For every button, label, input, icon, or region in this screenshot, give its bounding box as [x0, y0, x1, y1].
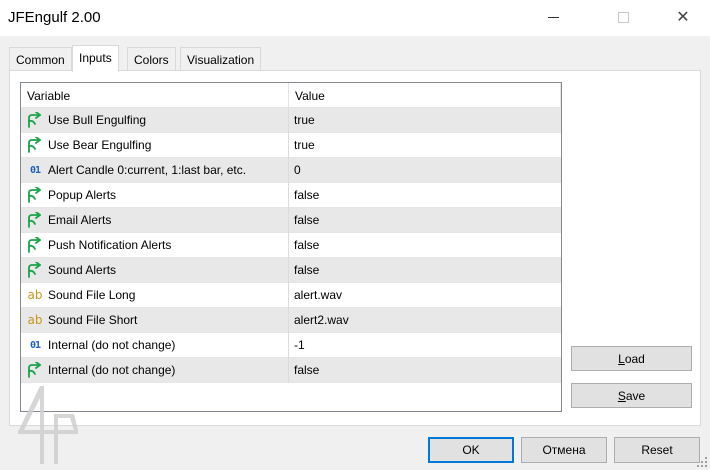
variable-name: Internal (do not change) — [48, 363, 176, 377]
ok-button[interactable]: OK — [428, 437, 514, 463]
bool-arrow-icon — [24, 212, 46, 228]
variable-name: Email Alerts — [48, 213, 112, 227]
variable-name: Use Bull Engulfing — [48, 113, 147, 127]
save-mnemonic: S — [617, 388, 626, 403]
table-row[interactable]: Popup Alerts false — [21, 182, 561, 208]
window-title: JFEngulf 2.00 — [8, 9, 101, 26]
variable-cell: Internal (do not change) — [21, 357, 289, 383]
watermark-logo — [18, 386, 78, 464]
integer-icon: 01 — [24, 162, 46, 178]
table-row[interactable]: Push Notification Alerts false — [21, 232, 561, 258]
string-icon: ab — [24, 312, 46, 328]
variable-cell: Popup Alerts — [21, 182, 289, 208]
tab-visualization[interactable]: Visualization — [180, 47, 262, 71]
title-bar[interactable]: JFEngulf 2.00 ✕ — [0, 0, 710, 36]
variable-cell: ab Sound File Long — [21, 282, 289, 308]
variable-cell: Sound Alerts — [21, 257, 289, 283]
bool-arrow-icon — [24, 262, 46, 278]
string-icon: ab — [24, 287, 46, 303]
variable-name: Alert Candle 0:current, 1:last bar, etc. — [48, 163, 247, 177]
value-cell[interactable]: true — [289, 138, 561, 152]
variable-name: Sound File Short — [48, 313, 138, 327]
tab-label: Visualization — [187, 53, 255, 67]
save-label: ave — [625, 388, 646, 403]
inputs-table[interactable]: Variable Value Use Bull Engulfing true Use… — [20, 82, 562, 412]
variable-name: Sound File Long — [48, 288, 136, 302]
close-icon: ✕ — [676, 9, 690, 26]
bool-arrow-icon — [24, 237, 46, 253]
integer-icon-glyph: 01 — [29, 164, 41, 176]
tab-label: Colors — [134, 53, 169, 67]
tab-colors[interactable]: Colors — [127, 47, 176, 71]
table-row[interactable]: Use Bull Engulfing true — [21, 107, 561, 133]
table-row[interactable]: 01 Internal (do not change) -1 — [21, 332, 561, 358]
load-mnemonic: L — [618, 351, 625, 366]
string-icon-glyph: ab — [27, 313, 43, 327]
reset-button[interactable]: Reset — [614, 437, 700, 463]
table-row[interactable]: ab Sound File Short alert2.wav — [21, 307, 561, 333]
variable-cell: 01 Alert Candle 0:current, 1:last bar, et… — [21, 157, 289, 183]
table-row[interactable]: Use Bear Engulfing true — [21, 132, 561, 158]
variable-name: Use Bear Engulfing — [48, 138, 152, 152]
resize-grip-icon[interactable] — [696, 456, 708, 468]
cancel-button[interactable]: Отмена — [521, 437, 607, 463]
variable-cell: Email Alerts — [21, 207, 289, 233]
variable-cell: 01 Internal (do not change) — [21, 332, 289, 358]
value-cell[interactable]: false — [289, 238, 561, 252]
save-button[interactable]: Save — [571, 383, 692, 408]
close-button[interactable]: ✕ — [660, 0, 706, 34]
value-cell[interactable]: false — [289, 363, 561, 377]
value-cell[interactable]: 0 — [289, 163, 561, 177]
integer-icon-glyph: 01 — [29, 339, 41, 351]
header-value[interactable]: Value — [289, 83, 561, 107]
maximize-icon — [617, 11, 629, 23]
bool-arrow-icon — [24, 137, 46, 153]
value-cell[interactable]: -1 — [289, 338, 561, 352]
value-cell[interactable]: false — [289, 213, 561, 227]
table-header: Variable Value — [21, 83, 561, 108]
table-row[interactable]: Email Alerts false — [21, 207, 561, 233]
table-body: Use Bull Engulfing true Use Bear Engulfing… — [21, 107, 561, 383]
tab-inputs[interactable]: Inputs — [72, 45, 119, 72]
value-cell[interactable]: alert2.wav — [289, 313, 561, 327]
integer-icon: 01 — [24, 337, 46, 353]
tab-label: Inputs — [79, 51, 112, 65]
value-cell[interactable]: true — [289, 113, 561, 127]
string-icon-glyph: ab — [27, 288, 43, 302]
header-variable[interactable]: Variable — [21, 83, 289, 107]
variable-cell: Push Notification Alerts — [21, 232, 289, 258]
variable-cell: Use Bull Engulfing — [21, 107, 289, 133]
value-cell[interactable]: alert.wav — [289, 288, 561, 302]
bool-arrow-icon — [24, 112, 46, 128]
table-row[interactable]: Sound Alerts false — [21, 257, 561, 283]
tab-label: Common — [16, 53, 65, 67]
variable-name: Push Notification Alerts — [48, 238, 172, 252]
tab-common[interactable]: Common — [9, 47, 72, 71]
minimize-icon — [547, 16, 559, 18]
table-row[interactable]: Internal (do not change) false — [21, 357, 561, 383]
table-row[interactable]: ab Sound File Long alert.wav — [21, 282, 561, 308]
bool-arrow-icon — [24, 362, 46, 378]
load-label: oad — [624, 351, 645, 366]
value-cell[interactable]: false — [289, 188, 561, 202]
variable-cell: ab Sound File Short — [21, 307, 289, 333]
variable-name: Sound Alerts — [48, 263, 117, 277]
minimize-button[interactable] — [530, 0, 576, 34]
variable-name: Internal (do not change) — [48, 338, 176, 352]
bool-arrow-icon — [24, 187, 46, 203]
maximize-button — [600, 0, 646, 34]
value-cell[interactable]: false — [289, 263, 561, 277]
variable-name: Popup Alerts — [48, 188, 117, 202]
table-row[interactable]: 01 Alert Candle 0:current, 1:last bar, et… — [21, 157, 561, 183]
variable-cell: Use Bear Engulfing — [21, 132, 289, 158]
load-button[interactable]: Load — [571, 346, 692, 371]
